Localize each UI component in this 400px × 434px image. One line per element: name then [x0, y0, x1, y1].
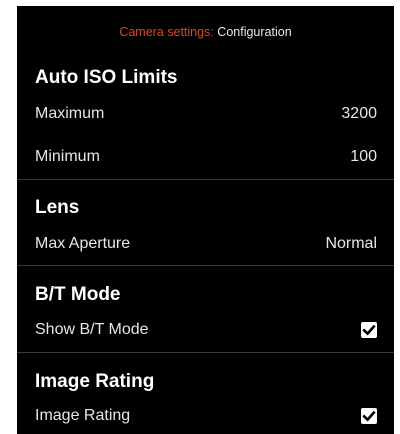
setting-label: Image Rating [35, 407, 131, 424]
setting-label: Maximum [35, 105, 105, 122]
setting-value: 100 [350, 148, 377, 165]
checkmark-icon [362, 410, 376, 422]
section-divider [17, 352, 394, 353]
section-title-lens: Lens [35, 197, 80, 218]
section-divider [17, 265, 394, 266]
show-bt-mode-checkbox[interactable] [361, 322, 377, 338]
title-prefix: Camera settings: [119, 25, 214, 39]
setting-label: Minimum [35, 148, 100, 165]
section-title-bt-mode: B/T Mode [35, 284, 121, 305]
section-title-auto-iso-limits: Auto ISO Limits [35, 67, 178, 88]
camera-settings-panel: Camera settings: Configuration Auto ISO … [17, 6, 394, 434]
setting-row-show-bt-mode[interactable]: Show B/T Mode [17, 315, 394, 345]
setting-row-max-aperture[interactable]: Max Aperture Normal [17, 229, 394, 259]
setting-row-maximum[interactable]: Maximum 3200 [17, 99, 394, 129]
checkmark-icon [362, 324, 376, 336]
setting-row-minimum[interactable]: Minimum 100 [17, 142, 394, 172]
section-title-image-rating: Image Rating [35, 371, 155, 392]
image-rating-checkbox[interactable] [361, 408, 377, 424]
setting-label: Max Aperture [35, 235, 131, 252]
setting-value: Normal [325, 235, 377, 252]
setting-label: Show B/T Mode [35, 321, 149, 338]
setting-value: 3200 [341, 105, 377, 122]
title-page: Configuration [217, 25, 292, 39]
page-title: Camera settings: Configuration [17, 6, 394, 56]
section-divider [17, 179, 394, 180]
setting-row-image-rating[interactable]: Image Rating [17, 401, 394, 431]
